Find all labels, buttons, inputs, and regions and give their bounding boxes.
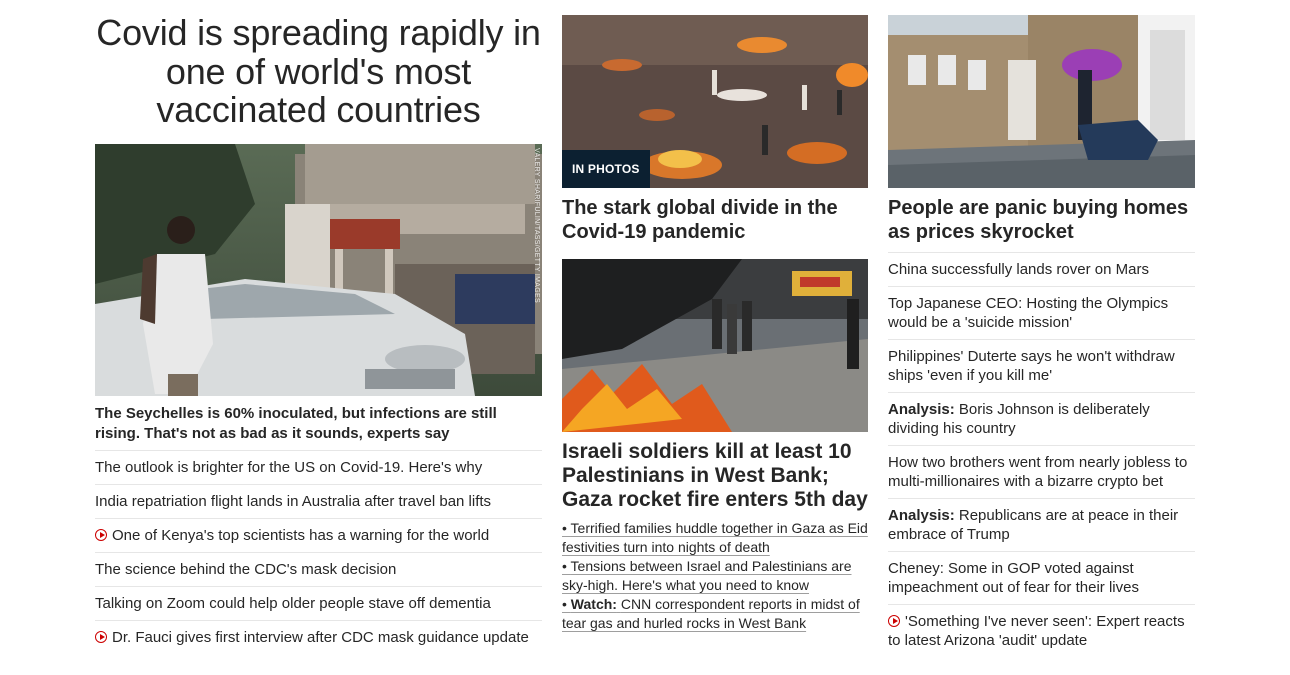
link[interactable]: Cheney: Some in GOP voted against impeac… [888, 560, 1139, 596]
west-bank-clashes-photo [562, 259, 868, 432]
list-item[interactable]: The science behind the CDC's mask decisi… [95, 551, 542, 586]
link[interactable]: How two brothers went from nearly jobles… [888, 454, 1187, 490]
list-item[interactable]: China successfully lands rover on Mars [888, 252, 1195, 286]
link[interactable]: India repatriation flight lands in Austr… [95, 493, 491, 510]
list-item[interactable]: Analysis: Republicans are at peace in th… [888, 498, 1195, 551]
seychelles-temple-photo [95, 143, 542, 396]
story2-link[interactable]: Israeli soldiers kill at least 10 Palest… [562, 440, 868, 512]
list-item[interactable]: Analysis: Boris Johnson is deliberately … [888, 392, 1195, 445]
terraced-houses-photo [888, 15, 1195, 188]
link[interactable]: China successfully lands rover on Mars [888, 261, 1149, 278]
link[interactable]: Philippines' Duterte says he won't withd… [888, 348, 1175, 384]
lead-related-list: The outlook is brighter for the US on Co… [95, 449, 542, 654]
middle-column: IN PHOTOS The stark global divide in the… [562, 0, 868, 633]
play-icon [95, 528, 107, 541]
list-item[interactable]: Talking on Zoom could help older people … [95, 585, 542, 620]
list-item[interactable]: India repatriation flight lands in Austr… [95, 483, 542, 518]
bullet-link[interactable]: • Tensions between Israel and Palestinia… [562, 557, 868, 595]
play-icon [888, 615, 900, 627]
link[interactable]: Top Japanese CEO: Hosting the Olympics w… [888, 295, 1168, 331]
image-credit: VALERY SHARIFULIN/TASS/GETTY IMAGES [533, 147, 540, 303]
bullet-link[interactable]: • Terrified families huddle together in … [562, 519, 868, 557]
video-link[interactable]: Dr. Fauci gives first interview after CD… [112, 629, 529, 646]
list-item[interactable]: The outlook is brighter for the US on Co… [95, 449, 542, 484]
story2-bullets: • Terrified families huddle together in … [562, 519, 868, 633]
list-item[interactable]: Top Japanese CEO: Hosting the Olympics w… [888, 286, 1195, 339]
lead-title: Covid is spreading rapidly in one of wor… [96, 12, 541, 130]
link[interactable]: The science behind the CDC's mask decisi… [95, 561, 396, 578]
in-photos-badge: IN PHOTOS [562, 150, 650, 188]
lead-title-link[interactable]: Covid is spreading rapidly in one of wor… [95, 12, 542, 130]
list-item[interactable]: Dr. Fauci gives first interview after CD… [95, 619, 542, 654]
story1-link[interactable]: The stark global divide in the Covid-19 … [562, 196, 868, 244]
story1-headline: The stark global divide in the Covid-19 … [562, 197, 838, 243]
link[interactable]: Analysis: Boris Johnson is deliberately … [888, 401, 1150, 437]
west-bank-photo-link[interactable] [562, 259, 868, 432]
link[interactable]: The outlook is brighter for the US on Co… [95, 459, 482, 476]
play-icon [95, 630, 107, 643]
list-item[interactable]: 'Something I've never seen': Expert reac… [888, 604, 1195, 657]
lead-headline-link[interactable]: The Seychelles is 60% inoculated, but in… [95, 404, 542, 444]
story2-headline: Israeli soldiers kill at least 10 Palest… [562, 440, 868, 511]
right-column: People are panic buying homes as prices … [888, 0, 1195, 657]
housing-photo-link[interactable] [888, 15, 1195, 188]
right-headline-list: China successfully lands rover on Mars T… [888, 252, 1195, 657]
video-link[interactable]: One of Kenya's top scientists has a warn… [112, 527, 489, 544]
link[interactable]: Analysis: Republicans are at peace in th… [888, 507, 1178, 543]
lead-image[interactable]: VALERY SHARIFULIN/TASS/GETTY IMAGES [95, 143, 542, 396]
right-headline: People are panic buying homes as prices … [888, 197, 1189, 243]
right-headline-link[interactable]: People are panic buying homes as prices … [888, 196, 1195, 244]
link[interactable]: Talking on Zoom could help older people … [95, 595, 491, 612]
cremation-photo-link[interactable]: IN PHOTOS [562, 15, 868, 188]
bullet-link[interactable]: • Watch: CNN correspondent reports in mi… [562, 595, 868, 633]
lead-column: Covid is spreading rapidly in one of wor… [95, 0, 542, 654]
lead-headline: The Seychelles is 60% inoculated, but in… [95, 404, 497, 442]
list-item[interactable]: One of Kenya's top scientists has a warn… [95, 517, 542, 552]
video-link[interactable]: 'Something I've never seen': Expert reac… [888, 613, 1185, 649]
list-item[interactable]: Philippines' Duterte says he won't withd… [888, 339, 1195, 392]
list-item[interactable]: Cheney: Some in GOP voted against impeac… [888, 551, 1195, 604]
list-item[interactable]: How two brothers went from nearly jobles… [888, 445, 1195, 498]
